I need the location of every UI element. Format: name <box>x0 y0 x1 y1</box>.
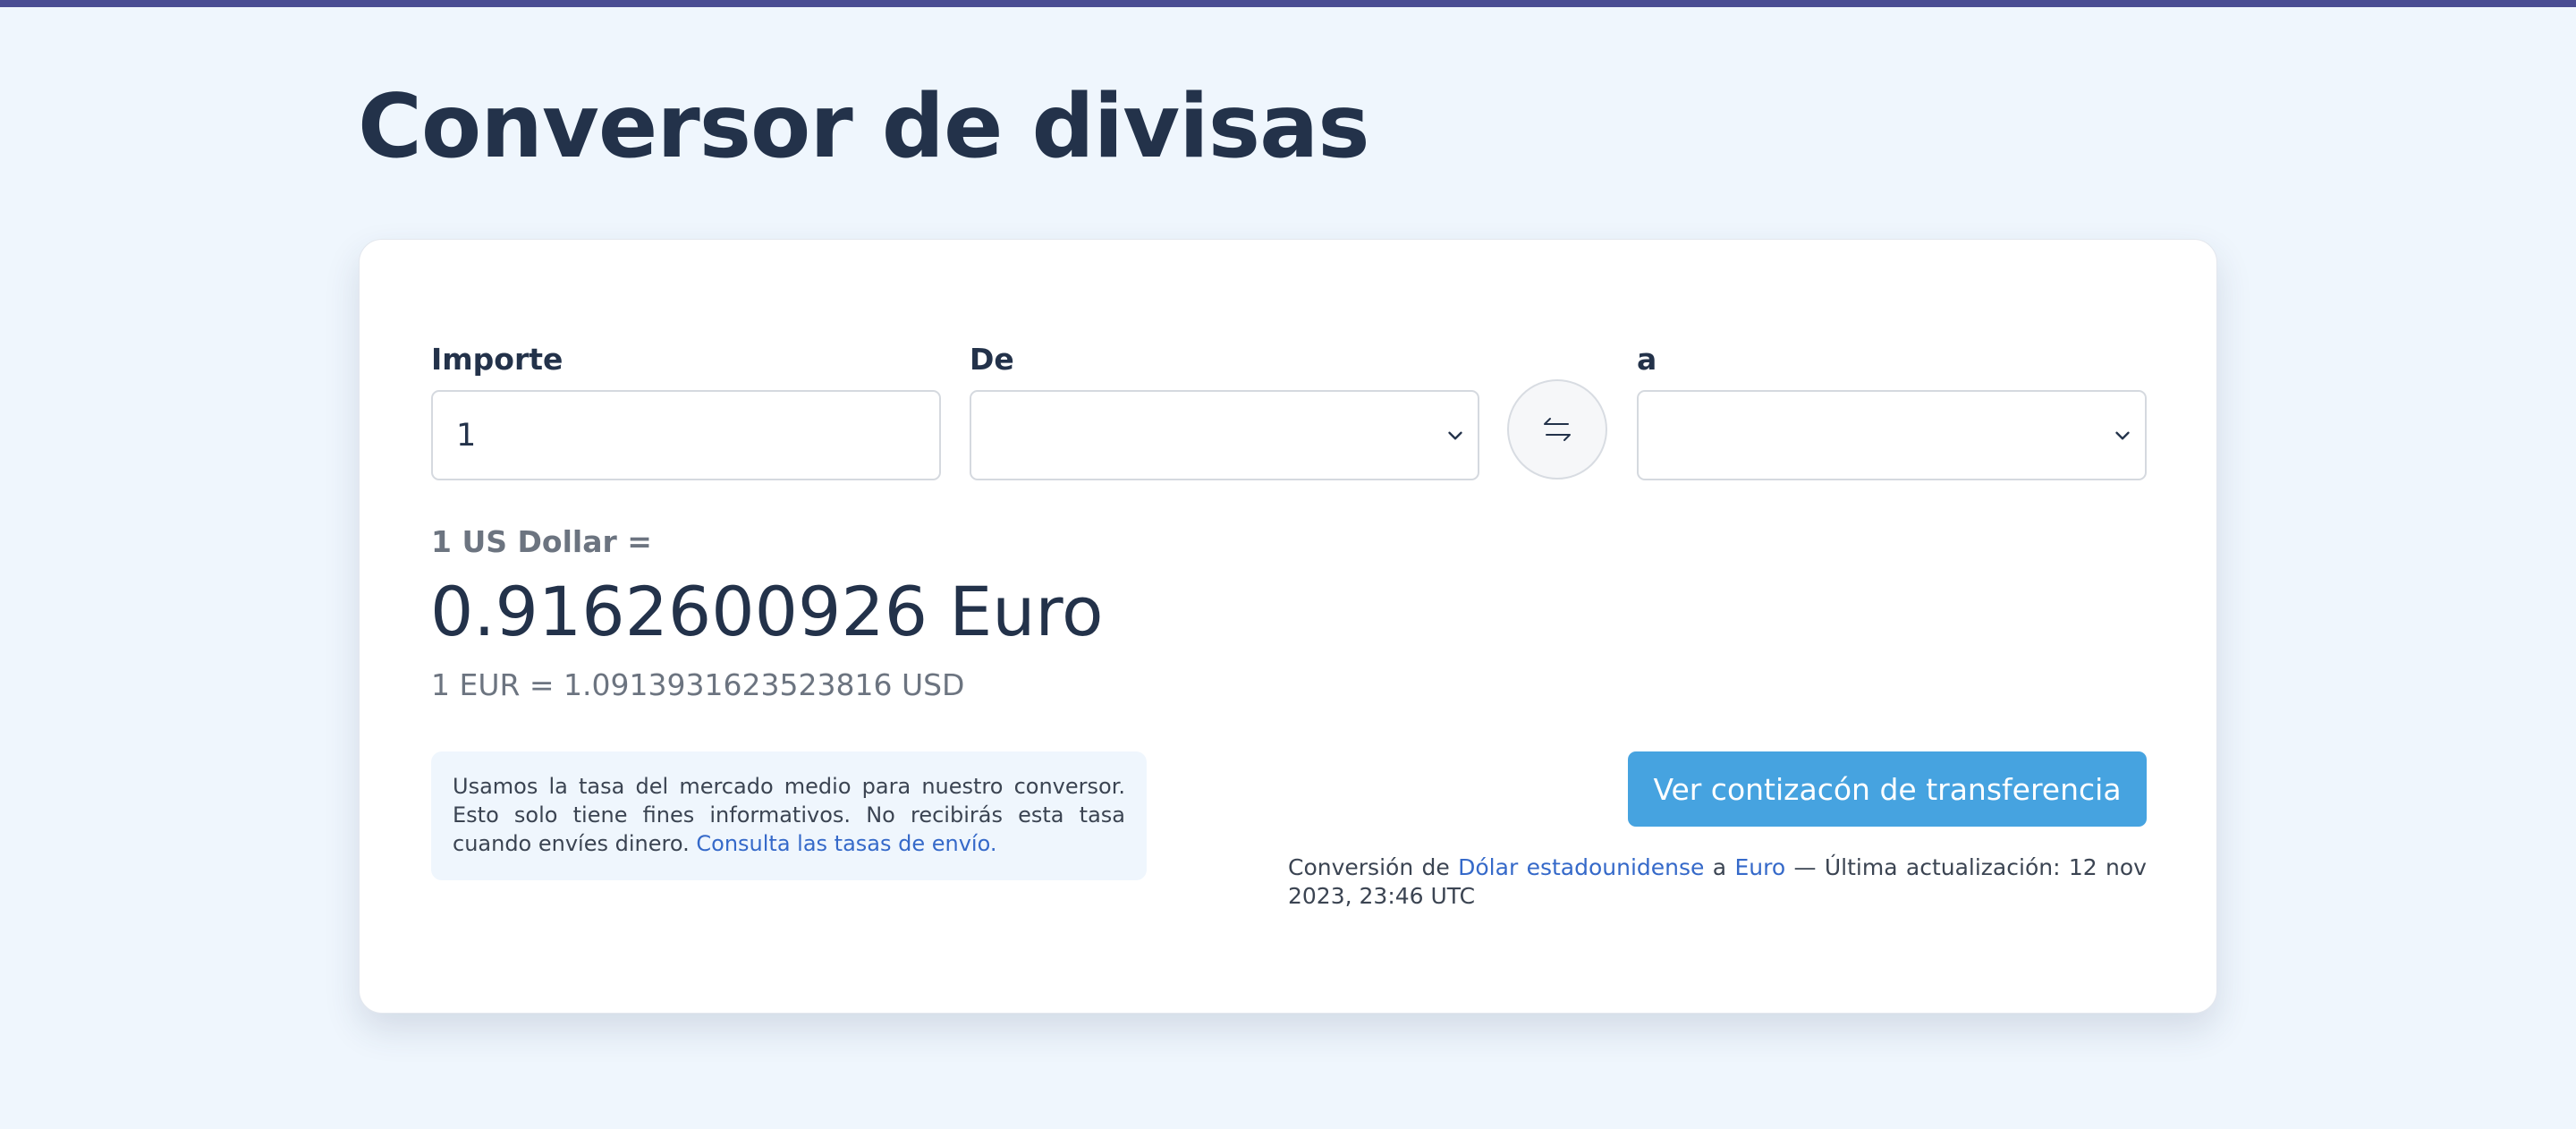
amount-input[interactable] <box>431 390 941 480</box>
to-currency-link[interactable]: Euro <box>1734 854 1785 880</box>
chevron-down-icon <box>2115 431 2130 440</box>
chevron-down-icon <box>1448 431 1462 440</box>
mid-market-disclaimer: Usamos la tasa del mercado medio para nu… <box>431 751 1147 880</box>
rate-source-text: 1 US Dollar = <box>431 524 652 559</box>
converter-card: Importe De a 1 US Dollar = 0.9162600926 … <box>359 239 2217 1014</box>
conversion-info: Conversión de Dólar estadounidense a Eur… <box>1288 853 2147 911</box>
top-accent-bar <box>0 0 2576 7</box>
from-currency-label: De <box>970 342 1014 377</box>
to-currency-select[interactable] <box>1637 390 2147 480</box>
from-currency-link[interactable]: Dólar estadounidense <box>1458 854 1704 880</box>
view-transfer-quote-button[interactable]: Ver contizacón de transferencia <box>1628 751 2147 827</box>
swap-arrows-icon <box>1544 418 1571 441</box>
conversion-prefix: Conversión de <box>1288 854 1450 880</box>
sending-rates-link[interactable]: Consulta las tasas de envío. <box>696 831 996 856</box>
page-title: Conversor de divisas <box>358 76 1370 178</box>
conversion-connector: a <box>1712 854 1727 880</box>
swap-currencies-button[interactable] <box>1507 379 1607 480</box>
converted-amount: 0.9162600926 Euro <box>430 572 1104 651</box>
inverse-rate-text: 1 EUR = 1.0913931623523816 USD <box>431 667 965 702</box>
amount-label: Importe <box>431 342 564 377</box>
from-currency-select[interactable] <box>970 390 1479 480</box>
to-currency-label: a <box>1637 342 1657 377</box>
